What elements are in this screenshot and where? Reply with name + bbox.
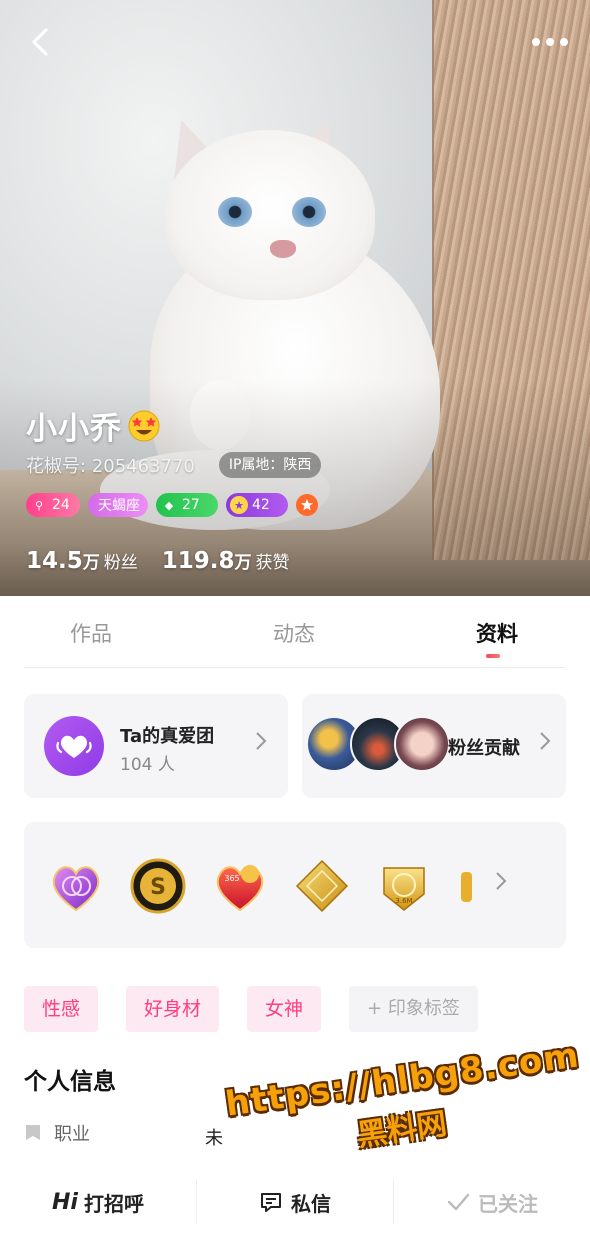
more-options-button[interactable] — [526, 28, 574, 56]
more-dots-icon — [532, 38, 568, 46]
fan-club-card[interactable]: Ta的真爱团 104 人 — [24, 694, 288, 798]
impression-tags: 性感 好身材 女神 + 印象标签 — [24, 986, 506, 1032]
chat-bubble-icon — [261, 1193, 281, 1212]
huajiao-id[interactable]: 花椒号: 205463770 — [26, 452, 195, 478]
cover-cat-eye-right — [292, 197, 326, 227]
star-icon — [301, 499, 313, 511]
vip-level-value: 42 — [252, 497, 270, 513]
svg-text:S: S — [150, 875, 166, 900]
bottom-action-bar: Hi 打招呼 私信 已关注 — [0, 1164, 590, 1240]
fans-count-unit: 万 — [82, 553, 100, 573]
tab-works[interactable]: 作品 — [24, 596, 219, 667]
red-heart-medal-icon: 365 — [216, 865, 264, 912]
cover-cat-eye-left — [218, 197, 252, 227]
checkmark-icon — [447, 1193, 470, 1211]
impression-tag[interactable]: 性感 — [24, 986, 99, 1032]
gem-level-value: 27 — [182, 497, 200, 513]
heart-medal-icon — [52, 866, 100, 912]
profile-info: 小小乔 花椒号: 205463770 IP属地：陕西 — [26, 404, 322, 478]
fans-level-badge[interactable]: ⚲ 24 — [26, 493, 80, 517]
gold-diamond-medal-icon — [295, 859, 349, 913]
diamond-icon: ◆ — [164, 498, 174, 512]
gold-s-medal-icon: S — [130, 858, 186, 914]
key-icon: ⚲ — [34, 498, 44, 512]
star-eyes-emoji-icon — [128, 410, 160, 442]
add-impression-tag-button[interactable]: + 印象标签 — [349, 986, 478, 1032]
zodiac-badge[interactable]: 天蝎座 — [88, 493, 148, 517]
watermark-name: 黑料网 — [354, 1106, 449, 1154]
gold-coin-medal-icon: 3.6M — [383, 867, 425, 911]
likes-label: 获赞 — [255, 553, 290, 573]
greet-button[interactable]: Hi 打招呼 — [0, 1180, 196, 1224]
cover-cat-head — [165, 130, 375, 300]
likes-count[interactable]: 119.8 — [162, 548, 235, 574]
fan-contribution-title: 粉丝贡献 — [448, 738, 520, 759]
badge-row: ⚲ 24 天蝎座 ◆ 27 ★ 42 — [26, 493, 326, 517]
gem-level-badge[interactable]: ◆ 27 — [156, 493, 218, 517]
chevron-right-icon — [496, 872, 507, 890]
chevron-right-icon — [540, 732, 551, 750]
job-label: 职业 — [54, 1124, 90, 1145]
fans-count[interactable]: 14.5 — [26, 548, 83, 574]
profile-tabs: 作品 动态 资料 — [24, 596, 566, 668]
followed-button[interactable]: 已关注 — [393, 1180, 590, 1224]
medal-label: 3.6M — [395, 897, 412, 905]
site-watermark: https://hlbg8.com 黑料网 — [223, 1035, 582, 1153]
job-value: 未 — [205, 1128, 223, 1149]
fans-level-value: 24 — [52, 497, 70, 513]
fan-club-heart-icon — [44, 716, 104, 776]
profile-name: 小小乔 — [26, 410, 122, 447]
fans-label: 粉丝 — [103, 553, 138, 573]
fan-club-title: Ta的真爱团 — [120, 726, 215, 747]
likes-count-unit: 万 — [234, 553, 252, 573]
chevron-right-icon — [256, 732, 267, 750]
impression-tag[interactable]: 女神 — [247, 986, 322, 1032]
crown-icon: ★ — [230, 496, 248, 514]
flag-icon — [26, 1125, 40, 1140]
medal-label: 365 — [224, 874, 239, 883]
stats-row: 14.5 万 粉丝 119.8 万 获赞 — [26, 548, 314, 574]
avatar — [394, 716, 450, 772]
fan-club-member-count: 104 人 — [120, 755, 175, 775]
top-fans-avatars — [306, 716, 450, 774]
tab-profile[interactable]: 资料 — [369, 596, 566, 667]
personal-info-title: 个人信息 — [24, 1069, 116, 1095]
private-message-button[interactable]: 私信 — [196, 1180, 393, 1224]
medal-wall[interactable]: S 365 3.6M — [24, 822, 566, 948]
fan-contribution-card[interactable]: 粉丝贡献 — [302, 694, 566, 798]
followed-label: 已关注 — [478, 1191, 538, 1216]
top-bar — [0, 20, 590, 64]
active-tab-indicator — [486, 654, 500, 658]
ip-location-badge: IP属地：陕西 — [218, 452, 322, 478]
partial-medal-icon — [461, 872, 472, 902]
impression-tag[interactable]: 好身材 — [126, 986, 220, 1032]
job-row: 职业 — [24, 1120, 90, 1146]
private-message-label: 私信 — [291, 1191, 331, 1216]
hexagon-badge-icon[interactable] — [296, 494, 318, 516]
hi-icon: Hi — [52, 1189, 78, 1215]
greet-label: 打招呼 — [83, 1191, 144, 1216]
zodiac-label: 天蝎座 — [98, 498, 140, 514]
vip-level-badge[interactable]: ★ 42 — [226, 493, 288, 517]
chevron-left-icon — [32, 28, 48, 56]
tab-moments[interactable]: 动态 — [219, 596, 368, 667]
back-button[interactable] — [24, 24, 60, 60]
cover-cat-nose — [270, 240, 296, 258]
